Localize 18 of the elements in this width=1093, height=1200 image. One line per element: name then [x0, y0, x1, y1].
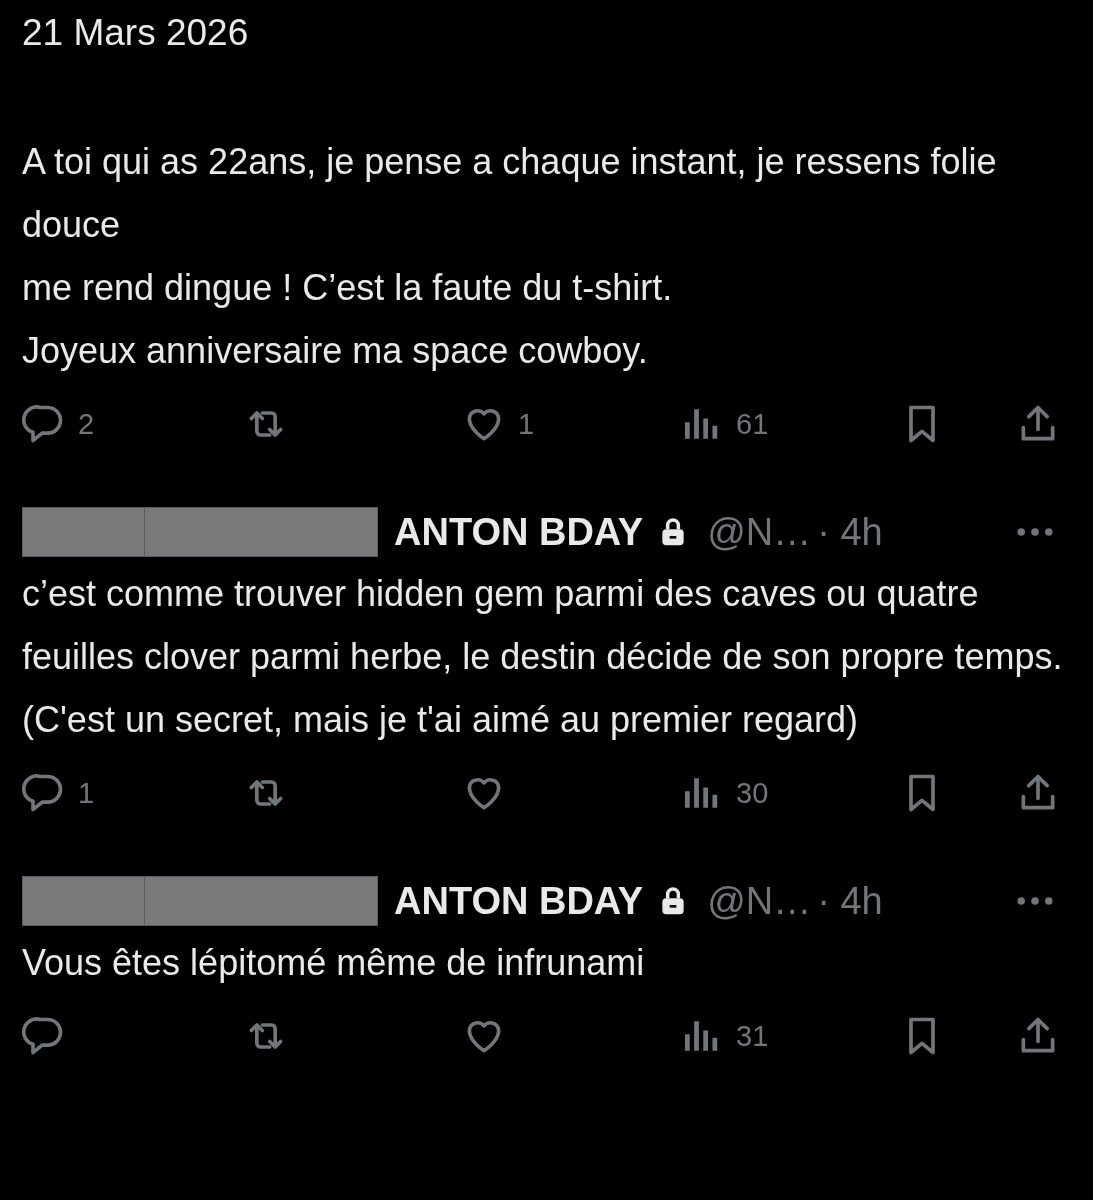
user-handle: @N…: [707, 879, 812, 923]
post-date: 21 Mars 2026: [22, 11, 250, 55]
views-button[interactable]: 61: [680, 402, 769, 446]
more-options-icon[interactable]: [1015, 527, 1055, 537]
reply-button[interactable]: 2: [22, 402, 95, 446]
post-time: · 4h: [817, 510, 883, 554]
more-options-icon[interactable]: [1015, 896, 1055, 906]
reply-button[interactable]: 1: [22, 771, 95, 815]
like-button[interactable]: 1: [462, 402, 535, 446]
reply-text: Vous êtes lépitomé même de infrunami: [22, 941, 646, 985]
display-name[interactable]: ANTON BDAY: [394, 879, 644, 923]
reply-text: c’est comme trouver hidden gem parmi des caves ou quatre feuilles clover parmi herbe, le destin décide de son propre temps. (C'est un secret, mais je t'ai aimé au premier regard): [22, 572, 1064, 742]
views-button[interactable]: 31: [680, 1014, 769, 1058]
user-handle: @N…: [707, 510, 812, 554]
display-name[interactable]: ANTON BDAY: [394, 510, 644, 554]
post-text: A toi qui as 22ans, je pense a chaque instant, je ressens folie douce me rend dingue ! C’est la faute du t-shirt. Joyeux anniversaire ma space cowboy.: [22, 140, 998, 373]
post-time: · 4h: [817, 879, 883, 923]
views-button[interactable]: 30: [680, 771, 769, 815]
